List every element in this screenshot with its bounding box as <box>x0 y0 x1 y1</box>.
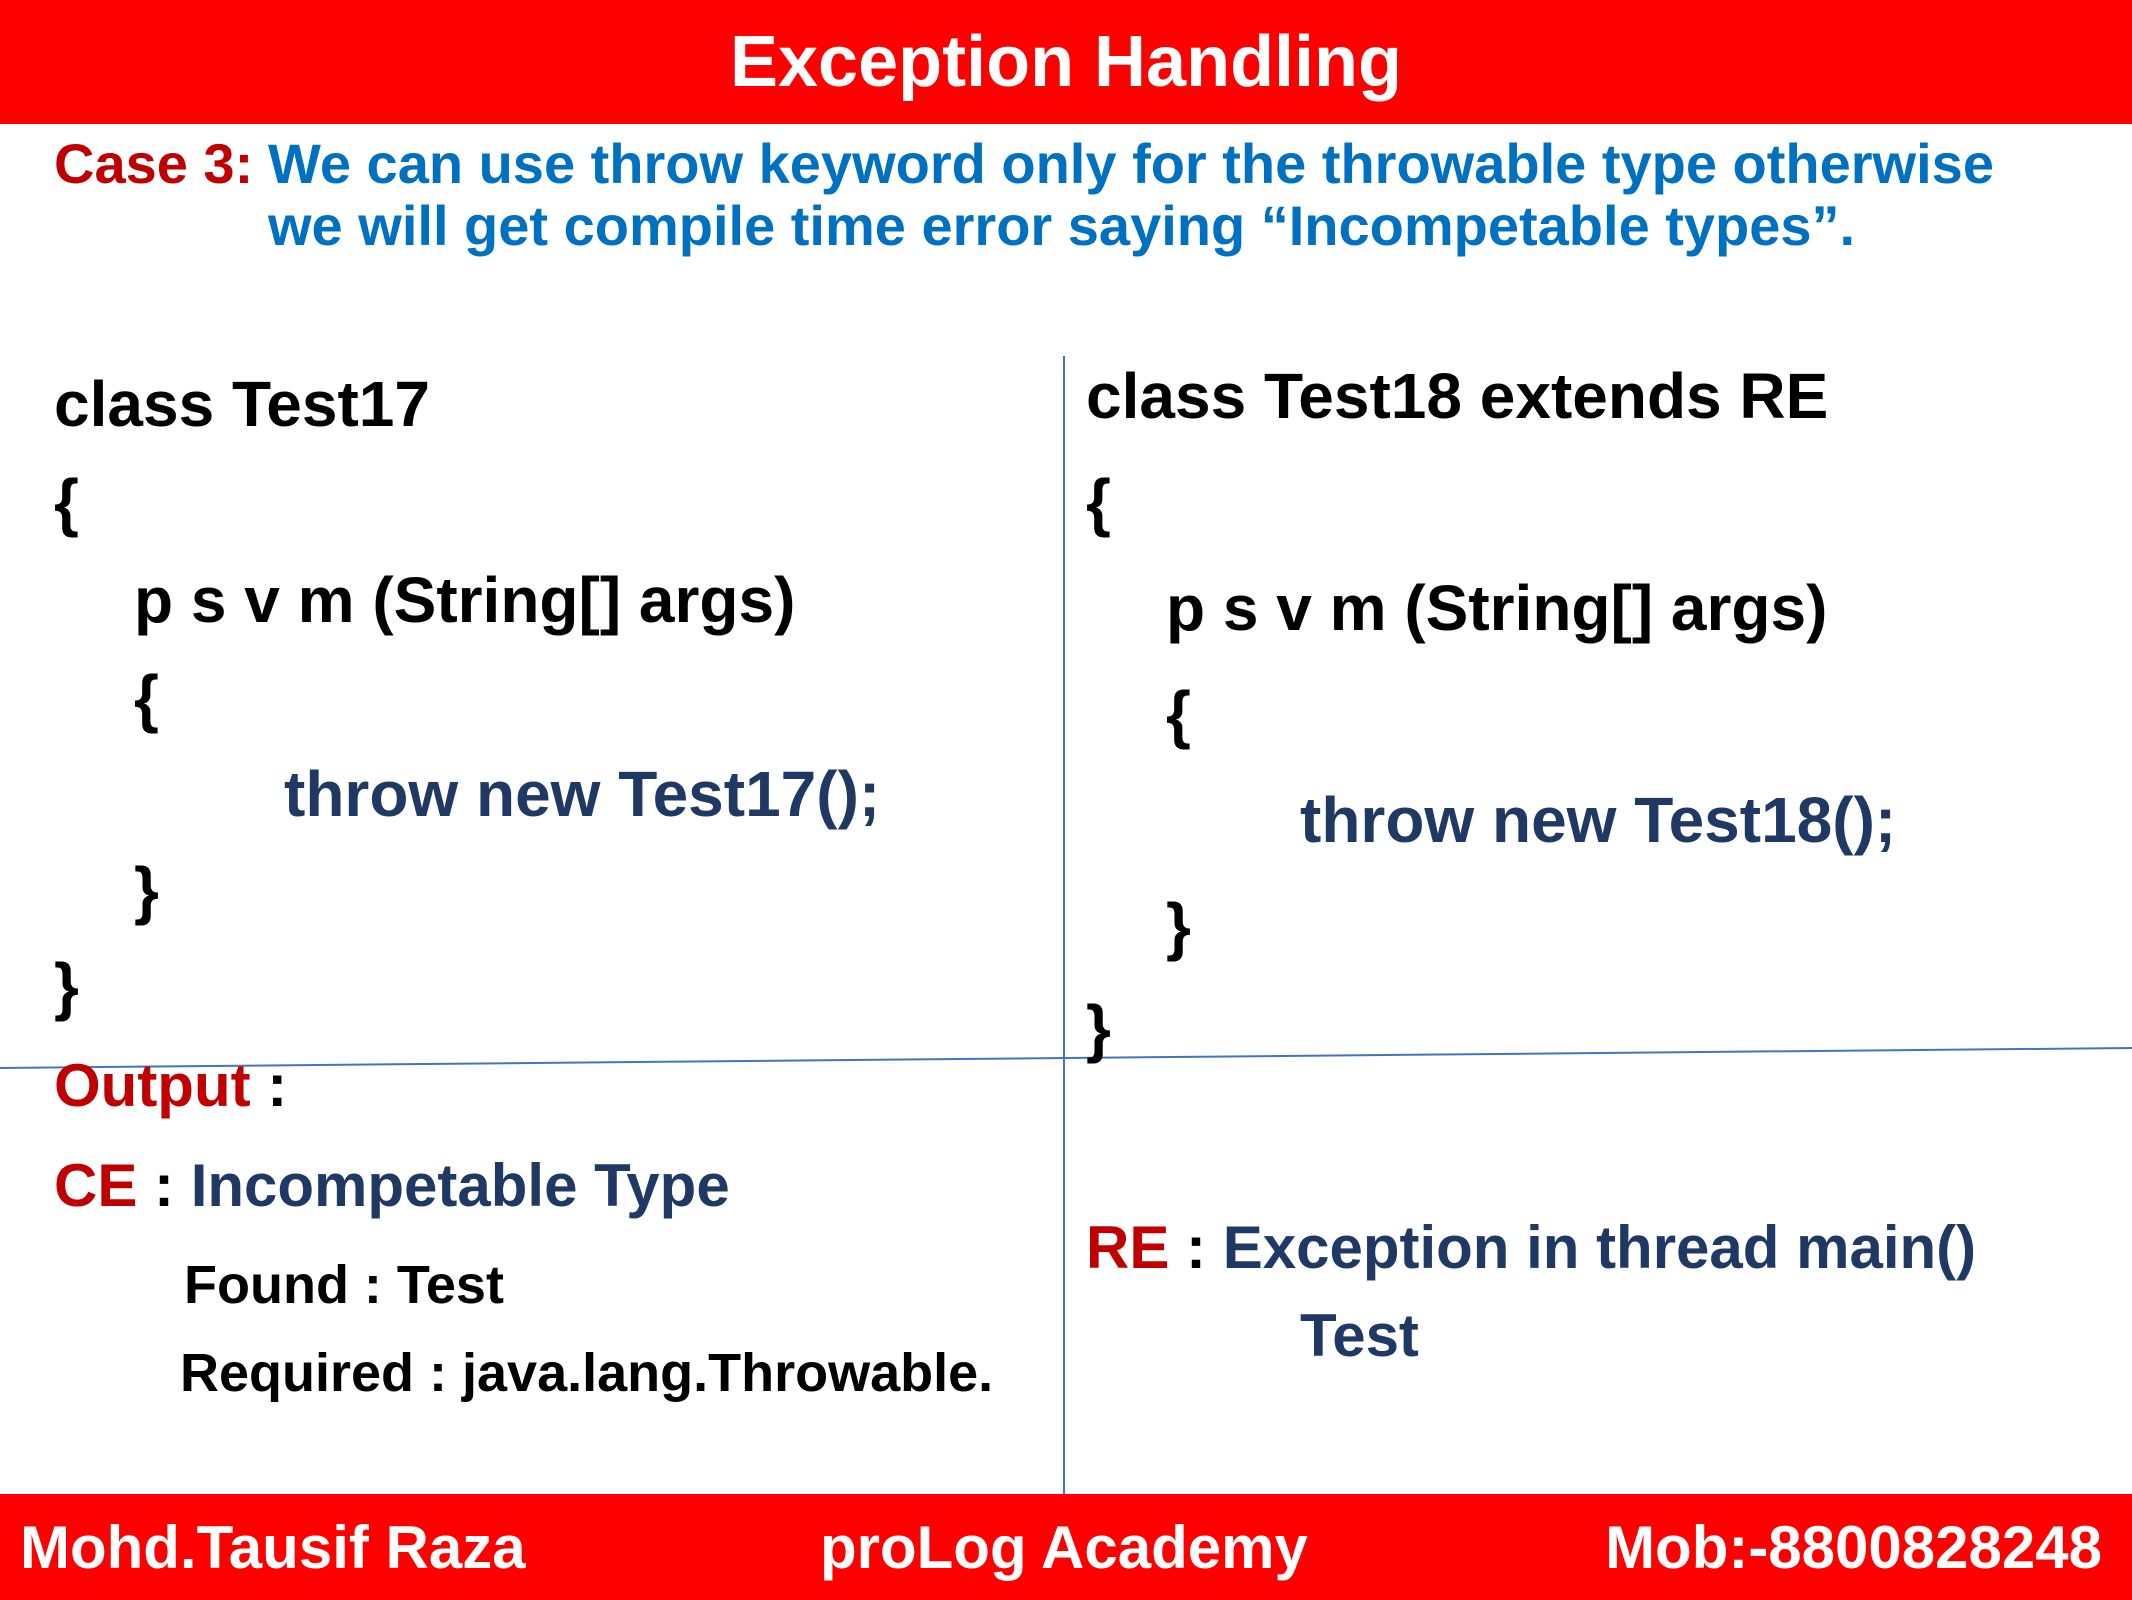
ce-text: Incompetable Type <box>190 1152 730 1219</box>
right-code-line: } <box>1086 992 1111 1064</box>
found-line: Found : Test <box>184 1255 504 1315</box>
right-code-throw-line: throw new Test18(); <box>1300 784 1897 856</box>
re-colon: : <box>1169 1214 1223 1281</box>
re-label: RE <box>1086 1214 1170 1281</box>
ce-colon: : <box>137 1152 191 1219</box>
left-code-line: { <box>54 466 79 538</box>
horizontal-divider <box>0 1047 2132 1069</box>
footer-banner: Mohd.Tausif Raza proLog Academy Mob:-880… <box>0 1494 2132 1600</box>
left-code-line: p s v m (String[] args) <box>134 564 796 636</box>
left-code-line: } <box>134 854 159 926</box>
left-code-line: } <box>54 950 79 1022</box>
output-label: Output <box>54 1052 251 1119</box>
output-heading: Output : <box>54 1056 287 1116</box>
left-code-line: class Test17 <box>54 368 430 440</box>
re-text-continued: Test <box>1300 1302 1419 1369</box>
re-text: Exception in thread main() <box>1222 1214 1977 1281</box>
left-code-line: { <box>134 662 159 734</box>
footer-academy: proLog Academy <box>820 1514 1308 1581</box>
right-code-line: { <box>1086 466 1111 538</box>
output-colon: : <box>250 1052 288 1119</box>
ce-line: CE : Incompetable Type <box>54 1156 730 1216</box>
footer-author: Mohd.Tausif Raza <box>20 1514 526 1581</box>
re-line: RE : Exception in thread main() <box>1086 1218 1976 1278</box>
right-code-line: p s v m (String[] args) <box>1166 572 1828 644</box>
right-code-line: } <box>1166 890 1191 962</box>
ce-label: CE <box>54 1152 138 1219</box>
left-code-throw-line: throw new Test17(); <box>284 758 881 830</box>
right-code-line: { <box>1166 678 1191 750</box>
right-code-line: class Test18 extends RE <box>1086 360 1829 432</box>
required-line: Required : java.lang.Throwable. <box>180 1343 994 1403</box>
footer-mobile: Mob:-8800828248 <box>1605 1514 2102 1581</box>
